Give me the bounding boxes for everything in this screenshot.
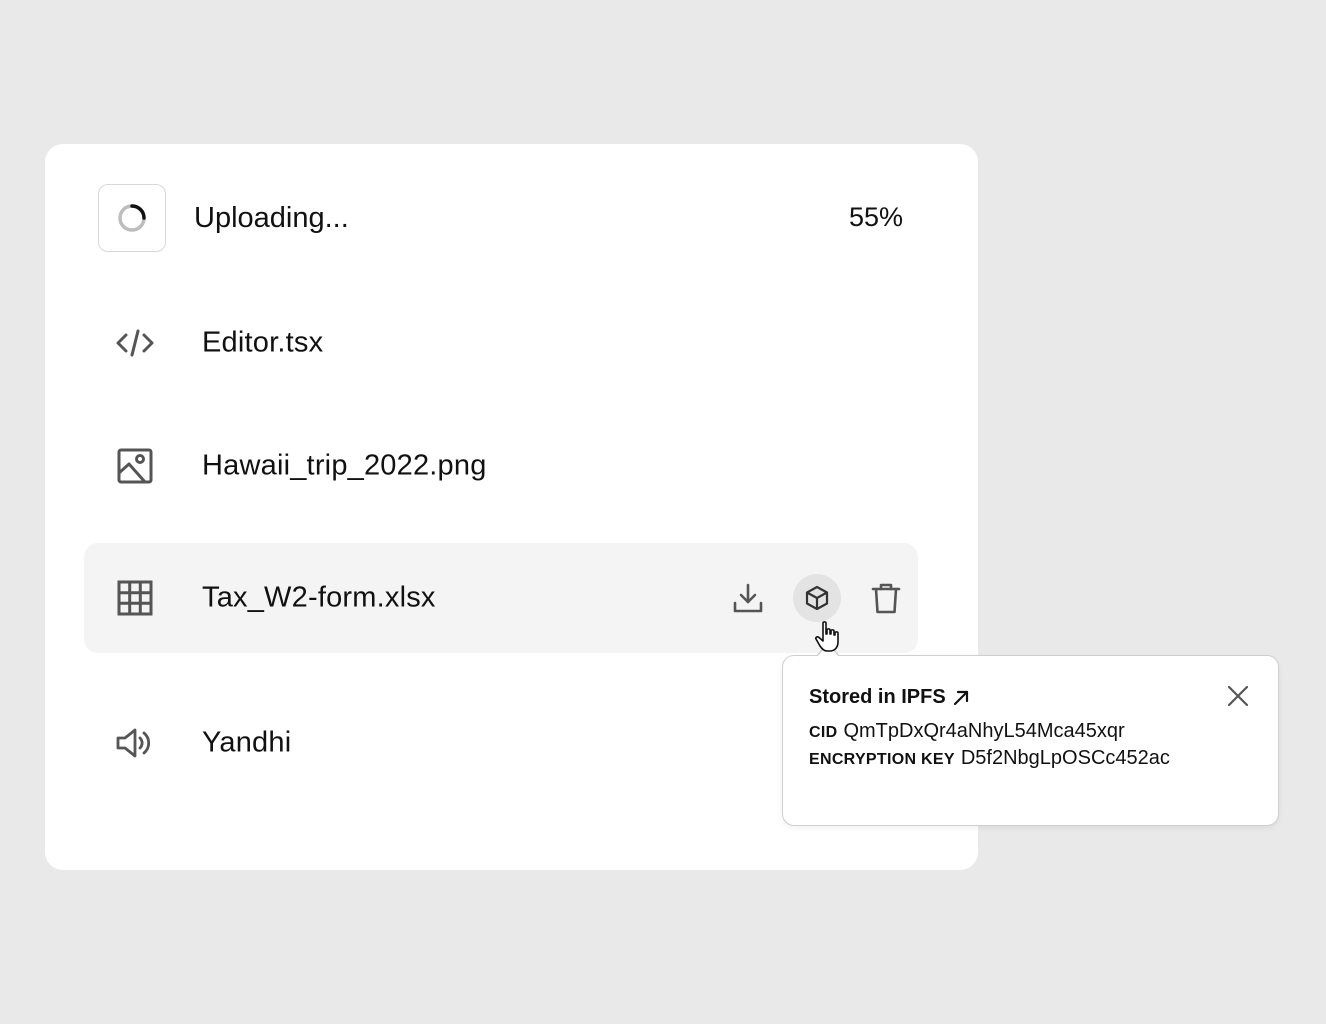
- close-button[interactable]: [1226, 684, 1250, 708]
- file-name: Yandhi: [202, 726, 292, 759]
- download-icon: [733, 583, 763, 613]
- cid-label: CID: [809, 724, 838, 741]
- file-name: Editor.tsx: [202, 326, 324, 359]
- popover-title: Stored in IPFS: [809, 686, 946, 708]
- file-row-editor[interactable]: Editor.tsx: [84, 288, 918, 398]
- cid-value: QmTpDxQr4aNhyL54Mca45xqr: [843, 720, 1125, 742]
- file-name: Hawaii_trip_2022.png: [202, 449, 487, 482]
- image-icon: [114, 445, 156, 487]
- file-name: Tax_W2-form.xlsx: [202, 581, 436, 614]
- upload-progress-percent: 55%: [848, 202, 903, 232]
- ipfs-info-popover: Stored in IPFS CID QmTpDxQr4aNhyL54Mca45x…: [782, 655, 1279, 826]
- cid-line: CID QmTpDxQr4aNhyL54Mca45xqr: [809, 720, 1125, 743]
- delete-button[interactable]: [862, 574, 910, 622]
- external-link-arrow-icon: [953, 690, 968, 705]
- ipfs-button[interactable]: [793, 574, 841, 622]
- file-row-image[interactable]: Hawaii_trip_2022.png: [84, 411, 918, 521]
- loading-spinner-icon: [98, 184, 166, 252]
- hand-cursor-icon: [814, 620, 844, 659]
- encryption-key-label: ENCRYPTION KEY: [809, 751, 955, 768]
- encryption-key-line: ENCRYPTION KEY D5f2NbgLpOSCc452ac: [809, 747, 1170, 770]
- upload-status-label: Uploading...: [194, 202, 349, 234]
- code-icon: [114, 322, 156, 364]
- ipfs-link[interactable]: Stored in IPFS: [809, 686, 970, 709]
- encryption-key-value: D5f2NbgLpOSCc452ac: [960, 747, 1170, 769]
- speaker-icon: [114, 722, 156, 764]
- trash-icon: [871, 583, 901, 614]
- close-icon: [1227, 685, 1249, 707]
- download-button[interactable]: [724, 574, 772, 622]
- spreadsheet-icon: [114, 577, 156, 619]
- file-row-spreadsheet[interactable]: Tax_W2-form.xlsx: [84, 543, 918, 653]
- box-icon: [805, 585, 829, 611]
